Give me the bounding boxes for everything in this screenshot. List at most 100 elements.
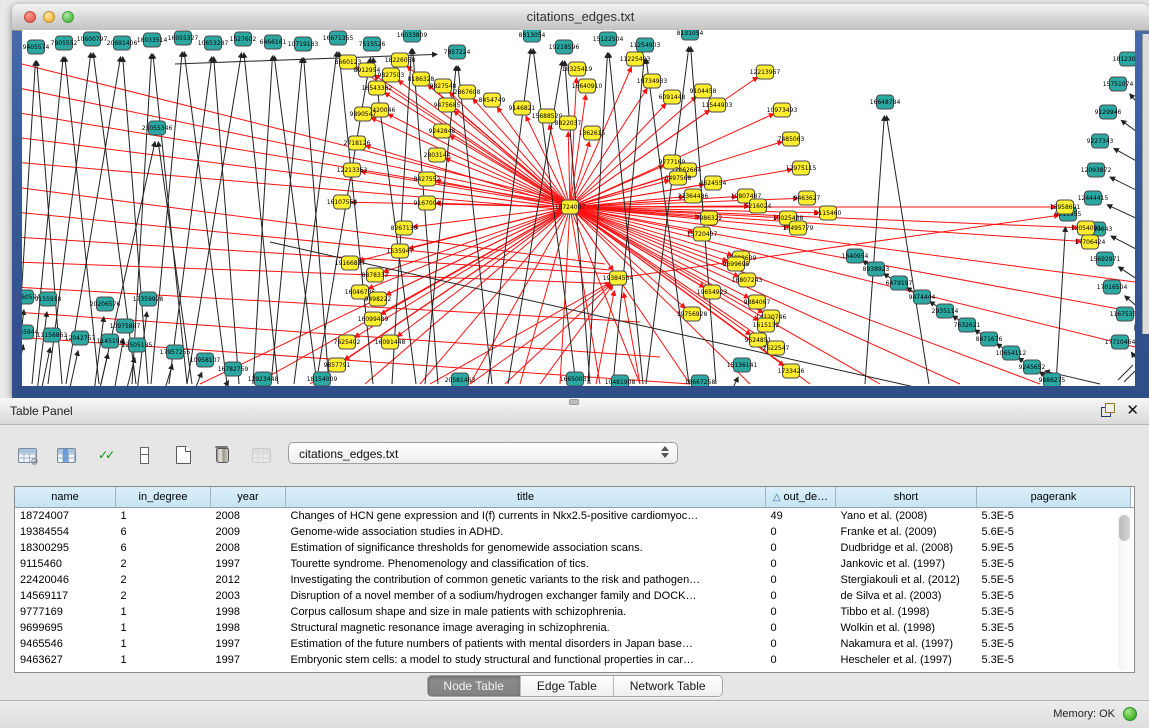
graph-node[interactable]: 18667258 [685, 375, 716, 386]
graph-node[interactable]: 17706424 [1075, 235, 1106, 249]
table-selector-dropdown[interactable]: citations_edges.txt [288, 442, 678, 464]
graph-node[interactable]: 9242848 [429, 124, 456, 138]
graph-node[interactable]: 7905552 [51, 36, 78, 50]
graph-node[interactable]: 10481908 [605, 375, 636, 386]
table-options-icon[interactable]: ⚙ [14, 442, 40, 468]
graph-node[interactable]: 7857224 [444, 45, 471, 59]
graph-node[interactable]: 17016504 [1097, 280, 1128, 294]
column-header-short[interactable]: short [836, 487, 977, 508]
graph-node[interactable]: 15751074 [1103, 77, 1134, 91]
graph-node[interactable]: 11254903 [630, 38, 661, 52]
table-scrollbar[interactable] [1118, 511, 1131, 671]
column-header-name[interactable]: name [15, 487, 116, 508]
table-row[interactable]: 977716911998Corpus callosum shape and si… [15, 604, 1135, 620]
graph-node[interactable]: 12213967 [750, 65, 781, 79]
graph-node[interactable]: 18154009 [307, 372, 338, 386]
show-columns-icon[interactable] [53, 442, 79, 468]
scrollbar-thumb[interactable] [1119, 515, 1130, 541]
graph-node[interactable]: 17710464 [1105, 335, 1135, 349]
column-header-pagerank[interactable]: pagerank [977, 487, 1131, 508]
graph-node[interactable]: 16055327 [168, 31, 199, 45]
graph-node[interactable]: 19218596 [549, 40, 580, 54]
graph-node[interactable]: 10654112 [996, 346, 1027, 360]
graph-node[interactable]: 20691406 [107, 36, 138, 50]
graph-node[interactable]: 11675330 [1110, 307, 1135, 321]
graph-node[interactable]: 7515526 [359, 37, 386, 51]
graph-node[interactable]: 8131054 [677, 30, 704, 40]
graph-node[interactable]: 8813054 [519, 30, 546, 42]
graph-node[interactable]: 21364486 [678, 189, 709, 203]
graph-node[interactable]: 16648784 [870, 95, 901, 109]
graph-node[interactable]: 8878333 [362, 268, 389, 282]
graph-node[interactable]: 7632621 [954, 318, 981, 332]
graph-node[interactable]: 1362615 [579, 126, 606, 140]
column-header-year[interactable]: year [211, 487, 286, 508]
graph-node[interactable]: 1733426 [778, 364, 805, 378]
graph-node[interactable]: 1145194 [97, 334, 124, 348]
graph-node[interactable]: 18033514 [137, 33, 168, 47]
network-canvas[interactable]: 9405574790555210600797206914061803351416… [22, 30, 1135, 386]
graph-node[interactable]: 12213363 [337, 163, 368, 177]
table-row[interactable]: 2242004622012Investigating the contribut… [15, 572, 1135, 588]
table-row[interactable]: 969969511998Structural magnetic resonanc… [15, 620, 1135, 636]
graph-node[interactable]: 18123041 [1113, 52, 1135, 66]
graph-node[interactable]: 6466161 [260, 35, 287, 49]
graph-node[interactable]: 15136141 [727, 358, 758, 372]
graph-node[interactable]: 16033809 [397, 30, 428, 42]
graph-node[interactable]: 19756928 [677, 307, 708, 321]
panel-drag-handle[interactable] [569, 399, 579, 405]
graph-node[interactable]: 15692971 [1090, 252, 1121, 266]
close-panel-icon[interactable]: ✕ [1126, 401, 1139, 419]
column-header-out_de[interactable]: △out_de… [766, 487, 836, 508]
table-row[interactable]: 911546021997Tourette syndrome. Phenomeno… [15, 556, 1135, 572]
table-row[interactable]: 1456911722003Disruption of a novel membe… [15, 588, 1135, 604]
select-columns-icon[interactable]: ✓✓ [92, 442, 118, 468]
graph-node[interactable]: 2935114 [932, 304, 959, 318]
tab-network-table[interactable]: Network Table [614, 676, 722, 696]
graph-node[interactable]: 11544903 [702, 98, 733, 112]
graph-node[interactable]: 18325419 [562, 62, 593, 76]
graph-node[interactable]: 1527602 [230, 32, 257, 46]
graph-node[interactable]: 9227343 [1087, 134, 1114, 148]
memory-ok-indicator[interactable] [1123, 707, 1137, 721]
graph-node[interactable]: 9245652 [1019, 360, 1046, 374]
graph-node[interactable]: 16107554 [327, 195, 358, 209]
graph-node[interactable]: 16650031 [560, 372, 591, 386]
graph-node[interactable]: 9463627 [794, 191, 821, 205]
graph-node[interactable]: 8454749 [479, 93, 506, 107]
create-table-icon[interactable] [170, 442, 196, 468]
graph-node[interactable]: 12505185 [122, 338, 153, 352]
graph-node[interactable]: 12923448 [248, 372, 279, 386]
graph-node[interactable]: 1535947 [387, 244, 414, 258]
graph-node[interactable]: 10958107 [190, 353, 221, 367]
graph-node[interactable]: 12093872 [1081, 163, 1112, 177]
graph-node[interactable]: 11225403 [620, 52, 651, 66]
table-row[interactable]: 1872400712008Changes of HCN gene express… [15, 508, 1135, 525]
tab-node-table[interactable]: Node Table [427, 676, 521, 696]
graph-node[interactable]: 20581463 [445, 373, 476, 386]
graph-node[interactable]: 3624554 [700, 176, 727, 190]
tab-edge-table[interactable]: Edge Table [521, 676, 614, 696]
graph-node[interactable]: 2867608 [454, 85, 481, 99]
graph-node[interactable]: 12975115 [786, 161, 817, 175]
delete-table-icon[interactable] [209, 442, 235, 468]
graph-node[interactable]: 1640954 [842, 249, 869, 263]
table-row[interactable]: 1938455462009Genome-wide association stu… [15, 524, 1135, 540]
graph-node[interactable]: 8938923 [863, 262, 890, 276]
graph-node[interactable]: 12444415 [1078, 191, 1109, 205]
column-header-title[interactable]: title [286, 487, 766, 508]
graph-node[interactable]: 10719183 [288, 37, 319, 51]
network-window-titlebar[interactable]: citations_edges.txt [12, 4, 1149, 31]
float-panel-icon[interactable] [1101, 403, 1117, 419]
graph-node[interactable]: 16782759 [218, 362, 249, 376]
table-row[interactable]: 946362711997Embryonic stem cells: a mode… [15, 652, 1135, 668]
table-row[interactable]: 946554611997Estimation of the future num… [15, 636, 1135, 652]
row-options-icon[interactable] [131, 442, 157, 468]
graph-node[interactable]: 16671355 [323, 31, 354, 45]
column-header-in_degree[interactable]: in_degree [116, 487, 211, 508]
graph-node[interactable]: 6479197 [886, 276, 913, 290]
graph-node[interactable]: 9129946 [1095, 105, 1122, 119]
graph-node[interactable]: 8471676 [976, 332, 1003, 346]
graph-node[interactable]: 10600797 [77, 32, 108, 46]
graph-node[interactable]: 15122504 [593, 32, 624, 46]
